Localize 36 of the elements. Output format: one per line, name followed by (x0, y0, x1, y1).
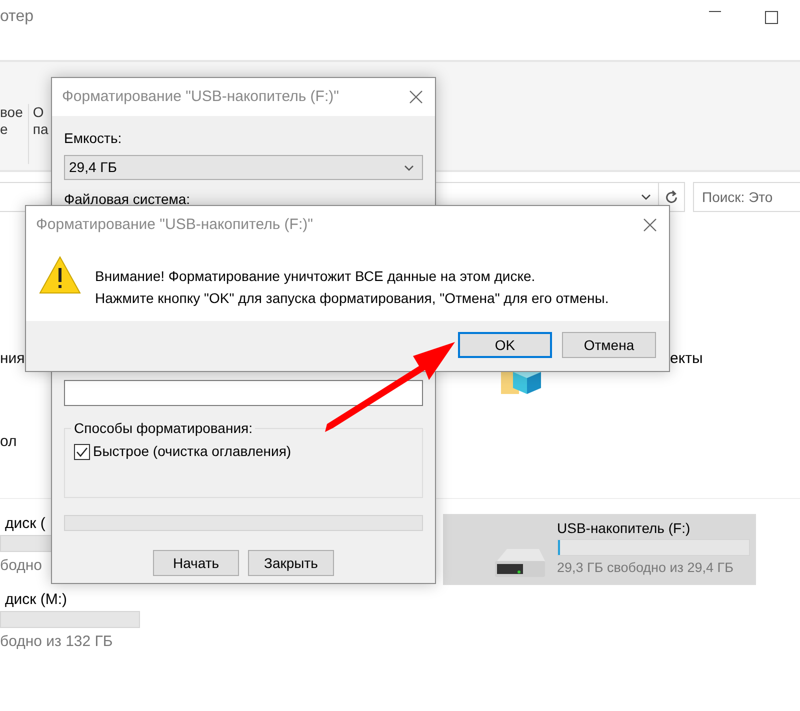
chevron-down-icon (404, 164, 414, 170)
drive-icon (493, 547, 547, 579)
free-space-label: бодно из 132 ГБ (0, 632, 114, 652)
capacity-dropdown[interactable]: 29,4 ГБ (64, 155, 423, 180)
free-space-label: 29,3 ГБ свободно из 29,4 ГБ (557, 559, 734, 577)
checkbox[interactable] (74, 444, 90, 460)
drive-tile[interactable]: USB-накопитель (F:) 29,3 ГБ свободно из 29,4 ГБ (443, 514, 756, 585)
warning-message: Внимание! Форматирование уничтожит ВСЕ данные на этом диске. Нажмите кнопку "OK" для запуска форматирования, "Отмена" для его отмены. (95, 267, 609, 308)
dialog-button[interactable]: Закрыть (248, 550, 334, 576)
folder-label: екты (670, 349, 703, 369)
minimize-icon[interactable] (709, 11, 721, 13)
ribbon-label[interactable]: е (0, 121, 23, 138)
search-field[interactable]: Поиск: Это (693, 182, 800, 212)
ribbon-label[interactable]: па (32, 121, 48, 138)
close-icon[interactable] (643, 218, 657, 232)
dialog-button[interactable]: OK (458, 332, 552, 358)
maximize-icon[interactable] (765, 11, 778, 24)
drive-name: диск (M:) (4, 590, 68, 610)
ribbon-label[interactable]: О (32, 104, 48, 121)
field-label: Емкость: (64, 129, 123, 148)
chevron-down-icon[interactable] (641, 194, 651, 200)
field-label: Файловая система: (64, 190, 192, 209)
window-title: отер (0, 7, 34, 27)
warning-icon (39, 256, 81, 294)
free-space-label: бодно (0, 556, 43, 576)
volume-label-field[interactable] (64, 380, 423, 406)
dialog-title: Форматирование "USB-накопитель (F:)" (36, 214, 313, 235)
close-icon[interactable] (409, 90, 423, 104)
dialog-button[interactable]: Начать (153, 550, 239, 576)
refresh-icon[interactable] (664, 190, 679, 204)
drive-name: USB-накопитель (F:) (557, 519, 692, 537)
dialog-button[interactable]: Отмена (562, 332, 656, 358)
drive-name: диск ( (4, 514, 46, 534)
checkbox-label: Быстрое (очистка оглавления) (93, 442, 292, 461)
ribbon-label[interactable]: вое (0, 104, 23, 121)
dialog-title: Форматирование "USB-накопитель (F:)" (62, 86, 339, 107)
